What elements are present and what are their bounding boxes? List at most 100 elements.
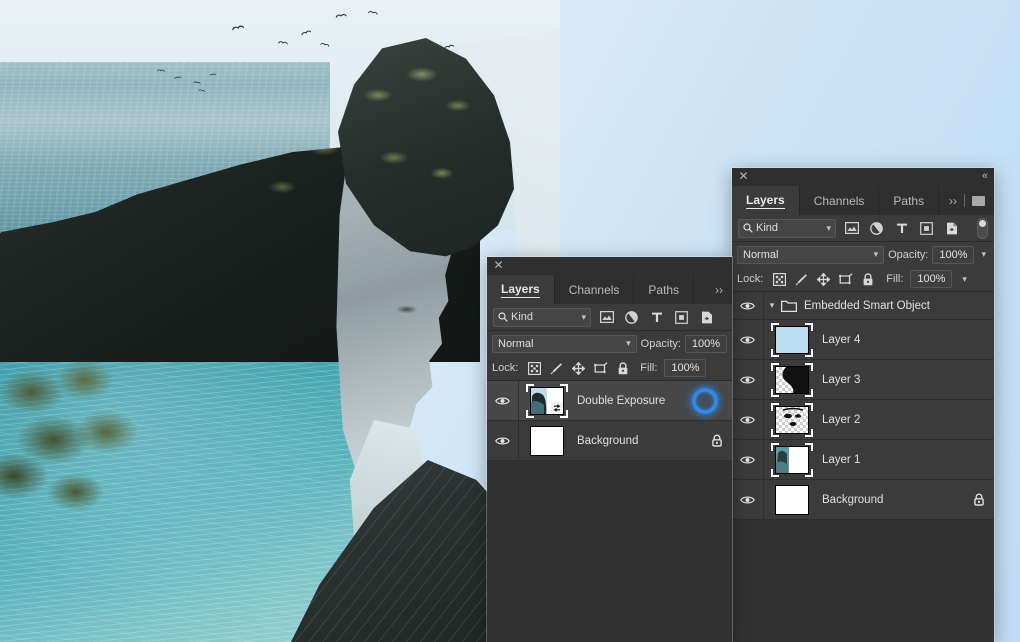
filter-kind-select[interactable]: Kind ▾ xyxy=(738,219,836,238)
layer-name: Layer 4 xyxy=(820,334,964,346)
chevron-down-icon[interactable]: ▾ xyxy=(826,223,831,234)
tab-paths[interactable]: Paths xyxy=(879,186,939,215)
lock-transparent-pixels-icon[interactable] xyxy=(527,361,542,376)
layer-thumbnail xyxy=(775,446,809,474)
visibility-toggle[interactable] xyxy=(732,320,764,359)
opacity-input[interactable]: 100% xyxy=(932,246,974,264)
visibility-toggle[interactable] xyxy=(732,480,764,519)
tab-channels-label: Channels xyxy=(814,194,865,208)
layer-thumbnail-cell[interactable] xyxy=(764,323,820,357)
close-icon[interactable]: ✕ xyxy=(493,260,504,271)
lock-image-pixels-icon[interactable] xyxy=(794,272,809,287)
visibility-toggle[interactable] xyxy=(732,292,764,319)
chevron-down-icon[interactable]: ▾ xyxy=(626,338,631,349)
table-row[interactable]: Layer 4 xyxy=(732,320,994,360)
lock-artboard-nesting-icon[interactable] xyxy=(593,361,608,376)
tab-overflow-icon[interactable]: ›› xyxy=(715,283,723,297)
chevron-down-icon[interactable]: ▾ xyxy=(874,249,879,260)
folder-icon xyxy=(780,299,798,312)
tab-channels[interactable]: Channels xyxy=(800,186,880,215)
fill-input[interactable]: 100% xyxy=(910,270,952,288)
opacity-value: 100% xyxy=(939,249,967,261)
layer-thumbnail xyxy=(530,426,564,456)
lock-artboard-nesting-icon[interactable] xyxy=(838,272,853,287)
layer-thumbnail-cell[interactable] xyxy=(519,384,575,418)
layer-thumbnail xyxy=(530,387,564,415)
visibility-toggle[interactable] xyxy=(732,440,764,479)
table-row[interactable]: Layer 3 xyxy=(732,360,994,400)
smart-object-brackets xyxy=(771,323,813,357)
lock-all-icon[interactable] xyxy=(615,361,630,376)
visibility-toggle[interactable] xyxy=(487,381,519,420)
layer-thumbnail xyxy=(775,326,809,354)
layer-name: Background xyxy=(820,494,964,506)
tab-paths-label: Paths xyxy=(893,194,924,208)
shape-filter-icon[interactable] xyxy=(917,219,936,238)
fill-input[interactable]: 100% xyxy=(664,359,706,377)
lock-position-icon[interactable] xyxy=(571,361,586,376)
layer-thumbnail-cell[interactable] xyxy=(764,485,820,515)
pixel-filter-icon[interactable] xyxy=(842,219,861,238)
smart-object-filter-icon[interactable] xyxy=(942,219,961,238)
smart-object-brackets xyxy=(526,384,568,418)
layer-thumbnail-cell[interactable] xyxy=(764,443,820,477)
fill-stepper-icon[interactable]: ▾ xyxy=(959,274,970,285)
tab-layers[interactable]: Layers xyxy=(487,275,555,304)
fill-label: Fill: xyxy=(640,362,657,374)
bird-icon xyxy=(210,73,217,76)
lock-all-icon[interactable] xyxy=(860,272,875,287)
table-row[interactable]: Layer 1 xyxy=(732,440,994,480)
table-row[interactable]: Background xyxy=(732,480,994,520)
opacity-input[interactable]: 100% xyxy=(685,335,727,353)
lock-position-icon[interactable] xyxy=(816,272,831,287)
visibility-toggle[interactable] xyxy=(732,360,764,399)
layer-name: Layer 1 xyxy=(820,454,964,466)
tab-channels[interactable]: Channels xyxy=(555,275,635,304)
type-filter-icon[interactable] xyxy=(892,219,911,238)
adjustment-filter-icon[interactable] xyxy=(867,219,886,238)
smart-object-filter-icon[interactable] xyxy=(697,308,716,327)
layer-thumbnail-cell[interactable] xyxy=(519,426,575,456)
fill-value: 100% xyxy=(917,273,945,285)
filter-kind-select[interactable]: Kind ▾ xyxy=(493,308,591,327)
layer-group-row[interactable]: ▾ Embedded Smart Object xyxy=(732,292,994,320)
tab-layers[interactable]: Layers xyxy=(732,186,800,215)
pixel-filter-icon[interactable] xyxy=(597,308,616,327)
table-row[interactable]: Background xyxy=(487,421,732,461)
blend-mode-select[interactable]: Normal ▾ xyxy=(492,335,637,353)
lock-label: Lock: xyxy=(737,273,763,285)
tab-paths[interactable]: Paths xyxy=(634,275,694,304)
adjustment-filter-icon[interactable] xyxy=(622,308,641,327)
layer-thumbnail xyxy=(775,366,809,394)
shape-filter-icon[interactable] xyxy=(672,308,691,327)
layers-panel-front[interactable]: ✕ Layers Channels Paths ›› Kind ▾ xyxy=(487,257,732,642)
visibility-toggle[interactable] xyxy=(487,421,519,460)
smart-object-brackets xyxy=(771,443,813,477)
lock-transparent-pixels-icon[interactable] xyxy=(772,272,787,287)
layer-list: Double Exposure Background xyxy=(487,381,732,461)
opacity-stepper-icon[interactable]: ▾ xyxy=(978,249,989,260)
layer-thumbnail xyxy=(775,485,809,515)
fill-value: 100% xyxy=(671,362,699,374)
layer-thumbnail-cell[interactable] xyxy=(764,403,820,437)
collapse-icon[interactable]: « xyxy=(982,170,987,182)
tree-clump xyxy=(0,352,190,552)
visibility-toggle[interactable] xyxy=(732,400,764,439)
chevron-down-icon[interactable]: ▾ xyxy=(581,312,586,323)
chevron-down-icon[interactable]: ▾ xyxy=(764,300,780,311)
bird-icon xyxy=(278,40,288,45)
lock-image-pixels-icon[interactable] xyxy=(549,361,564,376)
close-icon[interactable]: ✕ xyxy=(738,171,749,182)
type-filter-icon[interactable] xyxy=(647,308,666,327)
table-row[interactable]: Layer 2 xyxy=(732,400,994,440)
layer-thumbnail-cell[interactable] xyxy=(764,363,820,397)
lock-label: Lock: xyxy=(492,362,518,374)
filter-toggle-switch[interactable] xyxy=(977,218,988,239)
panel-menu-icon[interactable] xyxy=(972,196,985,206)
layer-list: ▾ Embedded Smart Object Layer 4 xyxy=(732,292,994,520)
table-row[interactable]: Double Exposure xyxy=(487,381,732,421)
layer-name: Layer 2 xyxy=(820,414,964,426)
layers-panel-back[interactable]: ✕ « Layers Channels Paths ›› Kind ▾ xyxy=(732,168,994,642)
tab-overflow-icon[interactable]: ›› xyxy=(949,194,957,208)
blend-mode-select[interactable]: Normal ▾ xyxy=(737,246,884,264)
